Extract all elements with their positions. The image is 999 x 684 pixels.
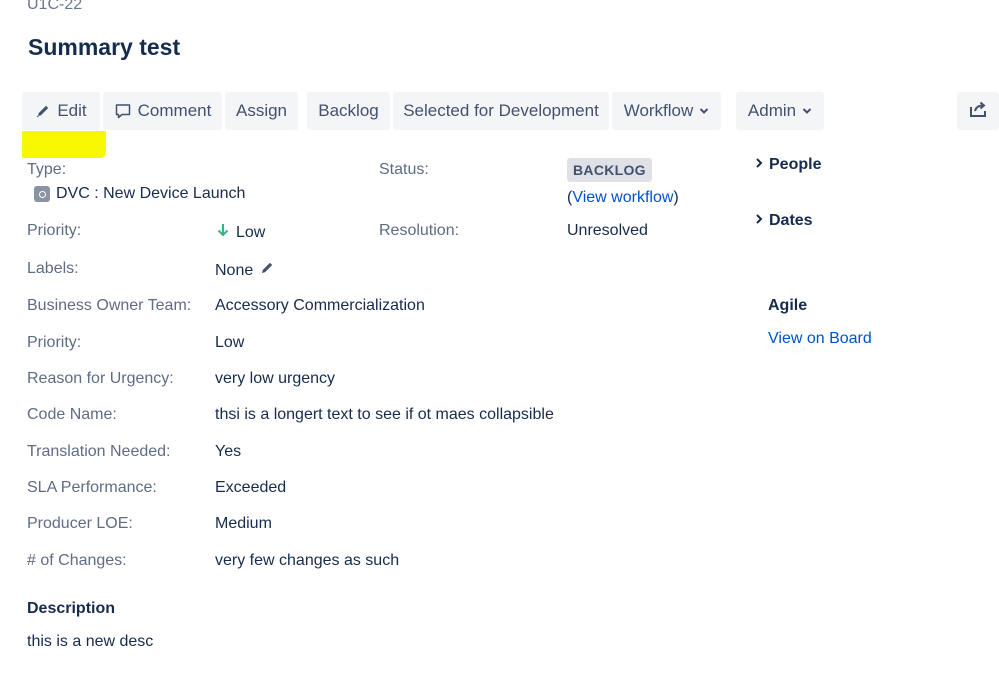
custom-field-value: Yes xyxy=(215,443,242,460)
labels-value-text: None xyxy=(215,261,254,279)
custom-field-label: Reason for Urgency: xyxy=(27,370,174,387)
people-heading: People xyxy=(769,156,822,173)
description-body[interactable]: this is a new desc xyxy=(27,633,153,651)
custom-field-value: Low xyxy=(215,334,245,351)
admin-dropdown-button[interactable]: Admin xyxy=(736,92,824,130)
type-value: DVC : New Device Launch xyxy=(34,185,245,203)
pencil-icon xyxy=(35,103,51,119)
priority-value-text: Low xyxy=(236,223,266,241)
labels-label: Labels: xyxy=(27,260,79,277)
custom-field-label: # of Changes: xyxy=(27,552,127,569)
dates-toggle[interactable]: Dates xyxy=(755,212,813,230)
type-label: Type: xyxy=(27,161,67,178)
custom-field-value: Medium xyxy=(215,515,272,532)
custom-field-label: Code Name: xyxy=(27,406,117,423)
priority-value: Low xyxy=(216,222,265,243)
custom-field-value: Exceeded xyxy=(215,479,287,496)
description-heading: Description xyxy=(27,600,116,617)
pencil-icon[interactable] xyxy=(259,260,275,281)
agile-heading: Agile xyxy=(768,297,808,314)
share-button[interactable] xyxy=(957,92,999,130)
type-value-text: DVC : New Device Launch xyxy=(56,185,246,202)
chevron-down-icon xyxy=(699,106,709,116)
custom-field-label: Business Owner Team: xyxy=(27,297,192,314)
workflow-dropdown-button[interactable]: Workflow xyxy=(612,92,721,130)
resolution-value: Unresolved xyxy=(567,222,648,239)
custom-field-label: Translation Needed: xyxy=(27,443,171,460)
comment-button[interactable]: Comment xyxy=(103,92,222,130)
workflow-label: Workflow xyxy=(623,101,694,120)
chevron-right-icon xyxy=(755,212,763,230)
comment-icon xyxy=(114,102,132,120)
view-workflow: ( View workflow ) xyxy=(567,189,679,207)
people-toggle[interactable]: People xyxy=(755,156,821,174)
issue-key[interactable]: U1C-22 xyxy=(27,0,82,14)
share-icon xyxy=(968,99,988,124)
arrow-down-icon xyxy=(216,222,230,243)
type-icon xyxy=(34,186,50,202)
view-workflow-link[interactable]: View workflow xyxy=(572,189,673,207)
selected-for-development-button[interactable]: Selected for Development xyxy=(393,92,609,130)
backlog-label: Backlog xyxy=(318,101,379,120)
custom-field-value: thsi is a longert text to see if ot maes… xyxy=(215,406,554,423)
chevron-right-icon xyxy=(755,156,763,174)
backlog-button[interactable]: Backlog xyxy=(307,92,390,130)
assign-button[interactable]: Assign xyxy=(225,92,298,130)
custom-field-label: SLA Performance: xyxy=(27,479,157,496)
paren-close: ) xyxy=(673,189,679,206)
labels-value: None xyxy=(215,260,275,281)
status-label: Status: xyxy=(379,161,429,178)
page-title[interactable]: Summary test xyxy=(28,34,180,61)
selected-label: Selected for Development xyxy=(403,101,599,120)
admin-label: Admin xyxy=(747,101,797,120)
assign-label: Assign xyxy=(235,101,288,120)
custom-field-label: Priority: xyxy=(27,334,82,351)
dates-heading: Dates xyxy=(769,212,813,229)
priority-label: Priority: xyxy=(27,222,82,239)
yellow-highlight-mark xyxy=(22,131,106,158)
view-on-board-link[interactable]: View on Board xyxy=(768,330,872,348)
status-badge: BACKLOG xyxy=(567,158,652,182)
comment-label: Comment xyxy=(137,101,212,120)
edit-button[interactable]: Edit xyxy=(22,92,100,130)
custom-field-value: very low urgency xyxy=(215,370,336,387)
custom-field-value: very few changes as such xyxy=(215,552,400,569)
custom-field-label: Producer LOE: xyxy=(27,515,133,532)
edit-label: Edit xyxy=(57,101,87,120)
custom-field-value: Accessory Commercialization xyxy=(215,297,425,314)
chevron-down-icon xyxy=(802,106,812,116)
issue-toolbar: Edit Comment Assign Backlog Selected for… xyxy=(22,92,827,130)
resolution-label: Resolution: xyxy=(379,222,460,239)
